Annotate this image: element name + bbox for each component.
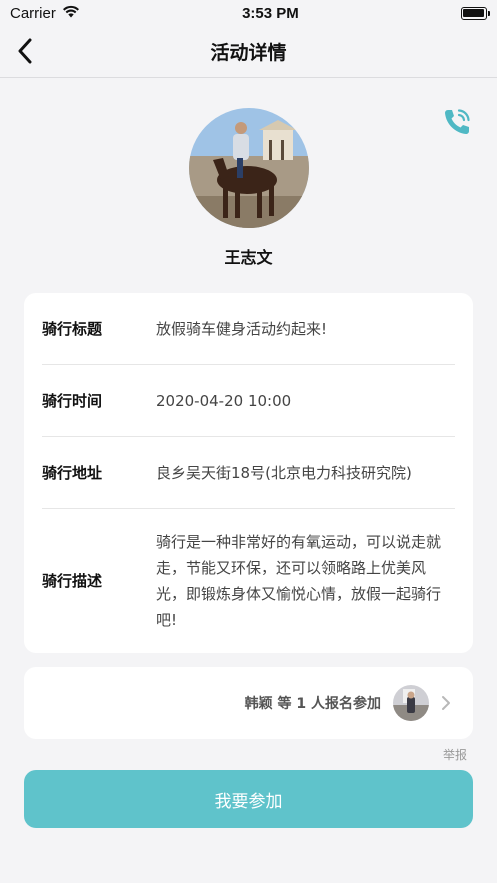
ride-details-card: 骑行标题 放假骑车健身活动约起来! 骑行时间 2020-04-20 10:00 … <box>24 293 473 653</box>
phone-icon <box>445 109 470 134</box>
report-link[interactable]: 举报 <box>443 746 467 763</box>
detail-row-title: 骑行标题 放假骑车健身活动约起来! <box>42 293 455 365</box>
participant-avatar <box>393 685 429 721</box>
chevron-right-icon <box>442 696 450 710</box>
carrier-label: Carrier <box>10 4 56 22</box>
detail-value: 骑行是一种非常好的有氧运动，可以说走就走，节能又环保，还可以领略路上优美风光，即… <box>156 532 442 629</box>
nav-bar: 活动详情 <box>0 26 497 78</box>
detail-label: 骑行时间 <box>42 392 103 410</box>
detail-row-time: 骑行时间 2020-04-20 10:00 <box>42 365 455 437</box>
participants-row[interactable]: 韩颖 等 1 人报名参加 <box>24 667 473 739</box>
chevron-left-icon <box>18 38 32 64</box>
user-name: 王志文 <box>224 248 273 267</box>
detail-value: 良乡吴天街18号(北京电力科技研究院) <box>156 463 412 482</box>
detail-value: 2020-04-20 10:00 <box>156 391 292 410</box>
detail-label: 骑行地址 <box>42 464 103 482</box>
detail-label: 骑行描述 <box>42 572 103 590</box>
status-bar: Carrier 3:53 PM <box>0 0 497 26</box>
user-avatar[interactable] <box>189 108 309 228</box>
detail-row-description: 骑行描述 骑行是一种非常好的有氧运动，可以说走就走，节能又环保，还可以领略路上优… <box>42 509 455 652</box>
detail-row-address: 骑行地址 良乡吴天街18号(北京电力科技研究院) <box>42 437 455 509</box>
battery-icon <box>460 6 490 20</box>
join-button[interactable]: 我要参加 <box>24 770 473 828</box>
profile-section: 王志文 <box>0 78 497 293</box>
status-left: Carrier <box>10 5 80 22</box>
wifi-icon <box>62 5 80 22</box>
detail-value: 放假骑车健身活动约起来! <box>156 319 328 338</box>
status-time: 3:53 PM <box>242 4 299 22</box>
detail-label: 骑行标题 <box>42 320 103 338</box>
call-button[interactable] <box>441 106 473 138</box>
participants-text: 韩颖 等 1 人报名参加 <box>244 696 381 712</box>
back-button[interactable] <box>10 36 40 66</box>
page-title: 活动详情 <box>210 42 287 64</box>
